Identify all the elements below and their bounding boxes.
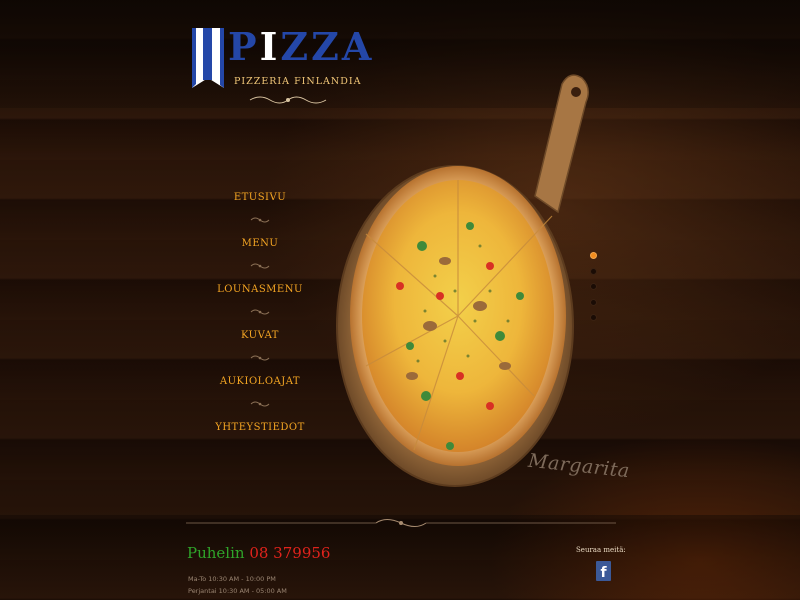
footer-divider-ornament [186, 519, 616, 527]
phone-label: Puhelin [187, 544, 245, 562]
nav-item-lounasmenu[interactable]: LOUNASMENU [190, 278, 330, 324]
logo-wordmark: PIZZA [228, 24, 374, 69]
opening-hours: Ma-To 10:30 AM - 10:00 PM Perjantai 10:3… [188, 573, 287, 597]
nav-divider-ornament [250, 217, 270, 223]
phone-number[interactable]: 08 379956 [249, 544, 330, 562]
nav-divider-ornament [250, 263, 270, 269]
nav-item-label: AUKIOLOAJAT [219, 376, 301, 387]
site-logo[interactable]: PIZZA PIZZERIA FINLANDIA [192, 24, 371, 112]
logo-letter-i: I [259, 24, 281, 69]
nav-item-label: ETUSIVU [233, 192, 287, 203]
main-navigation: ETUSIVU MENU LOUNASMENU KUVAT AUKIOLOAJA… [190, 186, 330, 462]
pizza-slide-image [330, 66, 600, 496]
nav-item-menu[interactable]: MENU [190, 232, 330, 278]
follow-us-label: Seuraa meitä: [576, 546, 626, 554]
nav-divider-ornament [250, 401, 270, 407]
logo-letter-p: P [228, 24, 260, 69]
hours-line: Perjantai 10:30 AM - 05:00 AM [188, 587, 287, 595]
nav-item-aukioloajat[interactable]: AUKIOLOAJAT [190, 370, 330, 416]
nav-item-label: LOUNASMENU [217, 284, 303, 295]
logo-letters-zza: ZZA [280, 24, 375, 69]
facebook-icon[interactable]: f [596, 561, 611, 581]
nav-item-label: KUVAT [241, 330, 279, 341]
nav-item-label: YHTEYSTIEDOT [215, 422, 305, 433]
slider-dot-4[interactable] [590, 298, 597, 306]
nav-item-etusivu[interactable]: ETUSIVU [190, 186, 330, 232]
pizza-on-board-illustration [336, 74, 589, 487]
finnish-flag-icon [192, 28, 224, 88]
slider-dot-2[interactable] [590, 267, 597, 275]
nav-divider-ornament [250, 355, 270, 361]
slider-dot-5[interactable] [590, 314, 597, 321]
nav-divider-ornament [250, 309, 270, 315]
phone-contact: Puhelin 08 379956 [187, 544, 330, 562]
logo-flourish-ornament [249, 96, 327, 104]
slider-dot-1[interactable] [590, 252, 597, 259]
nav-item-yhteystiedot[interactable]: YHTEYSTIEDOT [190, 416, 330, 462]
nav-item-kuvat[interactable]: KUVAT [190, 324, 330, 370]
slider-pagination [590, 252, 600, 330]
hours-line: Ma-To 10:30 AM - 10:00 PM [188, 575, 276, 583]
slider-dot-3[interactable] [590, 283, 597, 290]
nav-item-label: MENU [241, 238, 279, 249]
